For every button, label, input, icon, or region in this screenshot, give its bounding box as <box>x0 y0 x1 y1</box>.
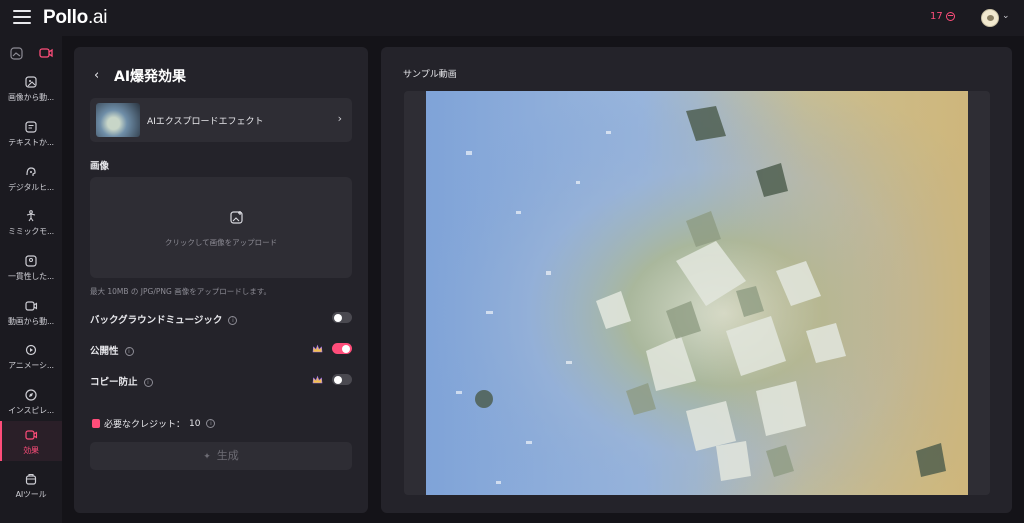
premium-crown-icon <box>312 344 323 353</box>
sample-video-label: サンプル動画 <box>403 70 457 80</box>
upload-instruction: クリックして画像をアップロード <box>164 238 278 247</box>
option-copy-protection: コピー防止 i <box>90 373 352 389</box>
premium-crown-icon <box>312 375 323 384</box>
sidebar-item-label: テキストか... <box>8 138 54 147</box>
image-section-label: 画像 <box>90 161 110 172</box>
video-stage <box>404 91 990 495</box>
sidebar-item-label: 効果 <box>23 446 39 455</box>
sidebar-item-label: 一貫性した... <box>7 272 55 281</box>
sidebar-item-ai-tools[interactable]: AIツール <box>0 465 62 505</box>
mimic-motion-icon <box>26 210 36 222</box>
copy-protection-toggle[interactable] <box>332 374 352 385</box>
animation-icon <box>25 344 37 356</box>
sidebar-item-label: アニメーシ... <box>8 361 54 370</box>
effect-settings-panel: ‹ AI爆発効果 AIエクスプロードエフェクト › 画像 クリックして画像をアッ… <box>74 47 368 513</box>
effect-name: AIエクスプロードエフェクト <box>147 117 264 127</box>
option-label: バックグラウンドミュージック <box>90 315 223 326</box>
option-label-group: 公開性 i <box>90 343 134 357</box>
generate-label: 生成 <box>216 449 239 462</box>
sidebar-item-video-to-video[interactable]: 動画から動... <box>0 292 62 332</box>
top-bar: Pollo.ai 17 ⌄ <box>0 0 1024 36</box>
effect-selector[interactable]: AIエクスプロードエフェクト › <box>90 98 352 142</box>
image-upload-area[interactable]: クリックして画像をアップロード <box>90 177 352 278</box>
explosion-video-frame <box>426 91 968 495</box>
info-icon[interactable]: i <box>124 347 134 356</box>
sidebar-item-image-to-video[interactable]: 画像から動... <box>0 68 62 108</box>
option-label-group: コピー防止 i <box>90 374 153 388</box>
sidebar-item-effects[interactable]: 効果 <box>0 421 62 461</box>
info-icon[interactable]: i <box>143 378 153 387</box>
credit-coin-icon <box>92 419 100 428</box>
sidebar-item-label: AIツール <box>15 490 47 499</box>
sidebar-item-label: 動画から動... <box>7 317 55 326</box>
logo-suffix: .ai <box>87 7 108 28</box>
sparkle-icon: ✦ <box>203 452 211 462</box>
info-icon[interactable]: i <box>228 316 238 325</box>
option-visibility: 公開性 i <box>90 342 352 358</box>
chevron-down-icon[interactable]: ⌄ <box>1002 11 1010 21</box>
avatar[interactable] <box>981 9 999 27</box>
digital-human-icon <box>26 167 36 176</box>
logo[interactable]: Pollo.ai <box>43 7 107 29</box>
text-to-video-icon <box>25 121 37 133</box>
consistent-character-icon <box>25 255 37 267</box>
option-label: 公開性 <box>90 346 119 357</box>
sidebar-item-label: インスピレ... <box>8 406 54 415</box>
background-music-toggle[interactable] <box>332 312 352 323</box>
visibility-toggle[interactable] <box>332 343 352 354</box>
credit-count: 17 <box>930 11 943 22</box>
credit-balance[interactable]: 17 <box>930 11 955 22</box>
sidebar-item-label: デジタルヒ... <box>8 183 54 192</box>
image-upload-icon <box>230 211 243 224</box>
mode-switch <box>0 42 62 64</box>
chevron-right-icon: › <box>337 112 342 125</box>
toggle-knob <box>334 375 342 384</box>
toggle-knob <box>334 313 342 322</box>
sample-video[interactable] <box>426 91 968 495</box>
option-background-music: バックグラウンドミュージック i <box>90 311 352 327</box>
option-label-group: バックグラウンドミュージック i <box>90 312 238 326</box>
upload-hint: 最大 10MB の JPG/PNG 画像をアップロードします。 <box>90 287 271 296</box>
toggle-knob <box>342 344 350 353</box>
hamburger-menu-icon[interactable] <box>13 10 31 26</box>
sidebar-item-text-to-video[interactable]: テキストか... <box>0 113 62 153</box>
credit-value: 10 <box>189 418 201 429</box>
sidebar-item-inspiration[interactable]: インスピレ... <box>0 381 62 421</box>
page-title: AI爆発効果 <box>114 69 187 85</box>
info-icon[interactable]: i <box>206 419 216 428</box>
sidebar-item-mimic-motion[interactable]: ミミックモ... <box>0 202 62 242</box>
sidebar-item-animation[interactable]: アニメーシ... <box>0 336 62 376</box>
credit-coin-icon <box>945 12 955 21</box>
effect-thumbnail <box>96 103 140 137</box>
sample-video-panel: サンプル動画 <box>381 47 1012 513</box>
ai-tools-icon <box>25 473 37 485</box>
option-label: コピー防止 <box>90 377 138 388</box>
sidebar-item-digital-human[interactable]: デジタルヒ... <box>0 158 62 198</box>
video-to-video-icon <box>25 301 38 311</box>
logo-main: Pollo <box>43 7 88 28</box>
credit-label: 必要なクレジット： <box>104 420 186 430</box>
image-to-video-icon <box>25 76 37 88</box>
sidebar: 画像から動... テキストか... デジタルヒ... ミミックモ... 一貫性し… <box>0 36 62 523</box>
sidebar-item-consistent-character[interactable]: 一貫性した... <box>0 247 62 287</box>
back-chevron-icon[interactable]: ‹ <box>94 68 99 83</box>
generate-button[interactable]: ✦ 生成 <box>90 442 352 470</box>
video-mode-icon[interactable] <box>38 45 54 61</box>
required-credits: 必要なクレジット： 10 i <box>92 417 216 430</box>
effects-icon <box>25 430 38 440</box>
sidebar-item-label: 画像から動... <box>7 93 55 102</box>
inspiration-compass-icon <box>25 389 37 401</box>
image-mode-icon[interactable] <box>8 45 24 61</box>
sidebar-item-label: ミミックモ... <box>7 227 55 236</box>
